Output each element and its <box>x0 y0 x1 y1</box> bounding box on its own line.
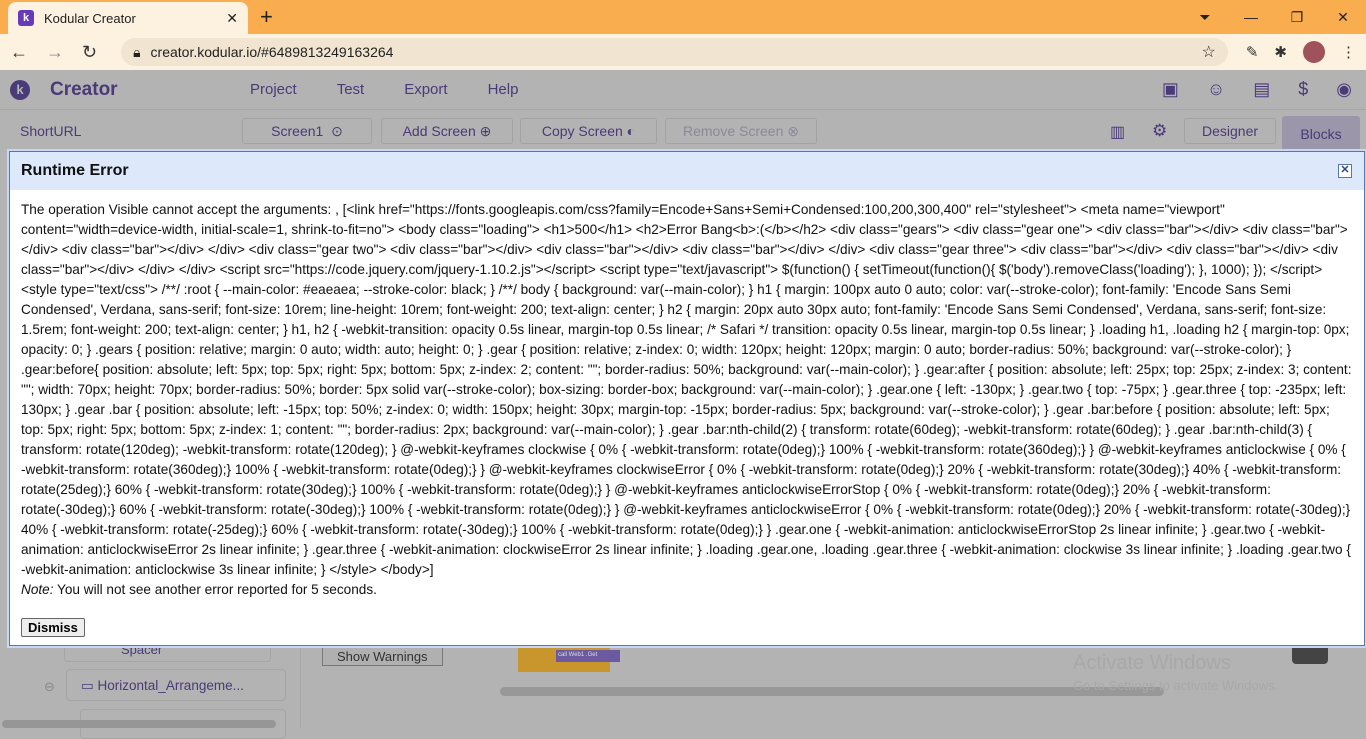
new-tab-icon[interactable]: + <box>260 4 273 30</box>
menu-test[interactable]: Test <box>337 81 365 98</box>
back-icon[interactable]: ← <box>10 42 28 63</box>
remove-screen-label: Remove Screen <box>682 123 784 139</box>
block-call-web-get[interactable]: call Web1 .Get <box>556 650 620 662</box>
lock-icon: 🔒︎ <box>133 43 141 60</box>
close-window-icon[interactable]: ✕ <box>1320 9 1366 26</box>
copy-icon: ◐ <box>626 123 636 139</box>
phone-preview-icon[interactable]: ▥ <box>1110 122 1125 142</box>
note-label: Note: <box>21 582 54 597</box>
bookmark-star-icon[interactable]: ☆ <box>1202 42 1216 62</box>
tab-title: Kodular Creator <box>44 10 136 26</box>
add-screen-button[interactable]: Add Screen ⊕ <box>381 118 513 144</box>
copy-screen-button[interactable]: Copy Screen ◐ <box>520 118 657 144</box>
add-screen-label: Add Screen <box>402 123 476 139</box>
trash-can[interactable] <box>1292 646 1328 664</box>
arrangement-icon: ▭ <box>81 678 94 693</box>
remove-circle-icon: ⊗ <box>787 122 799 139</box>
minimize-icon[interactable]: — <box>1228 9 1274 25</box>
address-bar[interactable]: 🔒︎ creator.kodular.io/#6489813249163264 … <box>121 38 1228 66</box>
projects-folder-icon[interactable]: ▣ <box>1162 79 1179 100</box>
browser-toolbar: ← → ↻ 🔒︎ creator.kodular.io/#64898132491… <box>0 34 1366 70</box>
extensions-puzzle-icon[interactable]: ✱ <box>1274 43 1287 61</box>
sidebar-scrollbar[interactable] <box>2 720 276 728</box>
error-message: The operation Visible cannot accept the … <box>21 202 1352 577</box>
project-toolbar: ShortURL Screen1 ⊙ Add Screen ⊕ Copy Scr… <box>0 111 1366 151</box>
menu-help[interactable]: Help <box>488 81 519 98</box>
brand-name: Creator <box>50 78 118 100</box>
screen-select[interactable]: Screen1 ⊙ <box>242 118 372 144</box>
app-header: k Creator Project Test Export Help ▣ ☺ ▤… <box>0 70 1366 110</box>
avatar[interactable] <box>1303 41 1325 63</box>
remove-screen-button[interactable]: Remove Screen ⊗ <box>665 118 817 144</box>
browser-tab-bar: k Kodular Creator ✕ + ⏷ — ❐ ✕ <box>0 0 1366 34</box>
forward-icon[interactable]: → <box>46 42 64 63</box>
windows-watermark-sub: Go to Settings to activate Windows. <box>1073 678 1279 693</box>
blocks-label: Blocks <box>1300 125 1342 142</box>
runtime-error-dialog: Runtime Error ✕ The operation Visible ca… <box>9 151 1365 646</box>
panel-divider <box>300 646 301 728</box>
restore-icon[interactable]: ❐ <box>1274 9 1320 26</box>
close-icon[interactable]: ✕ <box>1338 164 1352 178</box>
reload-icon[interactable]: ↻ <box>82 42 97 63</box>
community-icon[interactable]: ☺ <box>1207 79 1225 100</box>
blocks-button[interactable]: Blocks <box>1282 116 1360 151</box>
windows-watermark-title: Activate Windows <box>1073 652 1231 674</box>
dialog-title: Runtime Error <box>21 162 129 179</box>
project-name: ShortURL <box>20 123 82 139</box>
block-label: call Web1 .Get <box>558 652 598 658</box>
account-icon[interactable]: ◉ <box>1336 79 1352 100</box>
close-tab-icon[interactable]: ✕ <box>226 10 238 27</box>
gear-icon[interactable]: ⚙ <box>1152 121 1167 141</box>
component-horizontal-arrangement[interactable]: ▭ Horizontal_Arrangeme... <box>66 669 286 701</box>
collapse-icon[interactable]: ⊖ <box>44 679 55 695</box>
dismiss-button[interactable]: Dismiss <box>21 618 85 637</box>
dialog-header: Runtime Error ✕ <box>10 152 1364 190</box>
extension-icon[interactable]: ✎ <box>1246 43 1259 61</box>
browser-menu-icon[interactable]: ⋮ <box>1341 43 1356 61</box>
menu-project[interactable]: Project <box>250 81 297 98</box>
screen-select-label: Screen1 <box>271 123 324 139</box>
docs-icon[interactable]: ▤ <box>1253 79 1270 100</box>
kodular-logo-icon: k <box>10 79 30 100</box>
designer-label: Designer <box>1201 123 1259 139</box>
kodular-favicon-icon: k <box>18 10 34 26</box>
url-text: creator.kodular.io/#6489813249163264 <box>150 44 394 60</box>
browser-tab[interactable]: k Kodular Creator ✕ <box>8 2 248 34</box>
menu-export[interactable]: Export <box>404 81 447 98</box>
plus-circle-icon: ⊕ <box>479 122 492 139</box>
workspace-scrollbar[interactable] <box>500 687 1164 696</box>
profile-menu-icon[interactable]: ⏷ <box>1182 9 1228 26</box>
arrangement-label: Horizontal_Arrangeme... <box>97 678 244 693</box>
chevron-down-icon: ⊙ <box>331 122 343 139</box>
copy-screen-label: Copy Screen <box>541 123 623 139</box>
note-text: You will not see another error reported … <box>53 582 377 597</box>
dollar-icon[interactable]: $ <box>1298 79 1308 100</box>
designer-button[interactable]: Designer <box>1184 118 1276 144</box>
show-warnings-button[interactable]: Show Warnings <box>322 646 443 666</box>
show-warnings-label: Show Warnings <box>337 649 428 664</box>
